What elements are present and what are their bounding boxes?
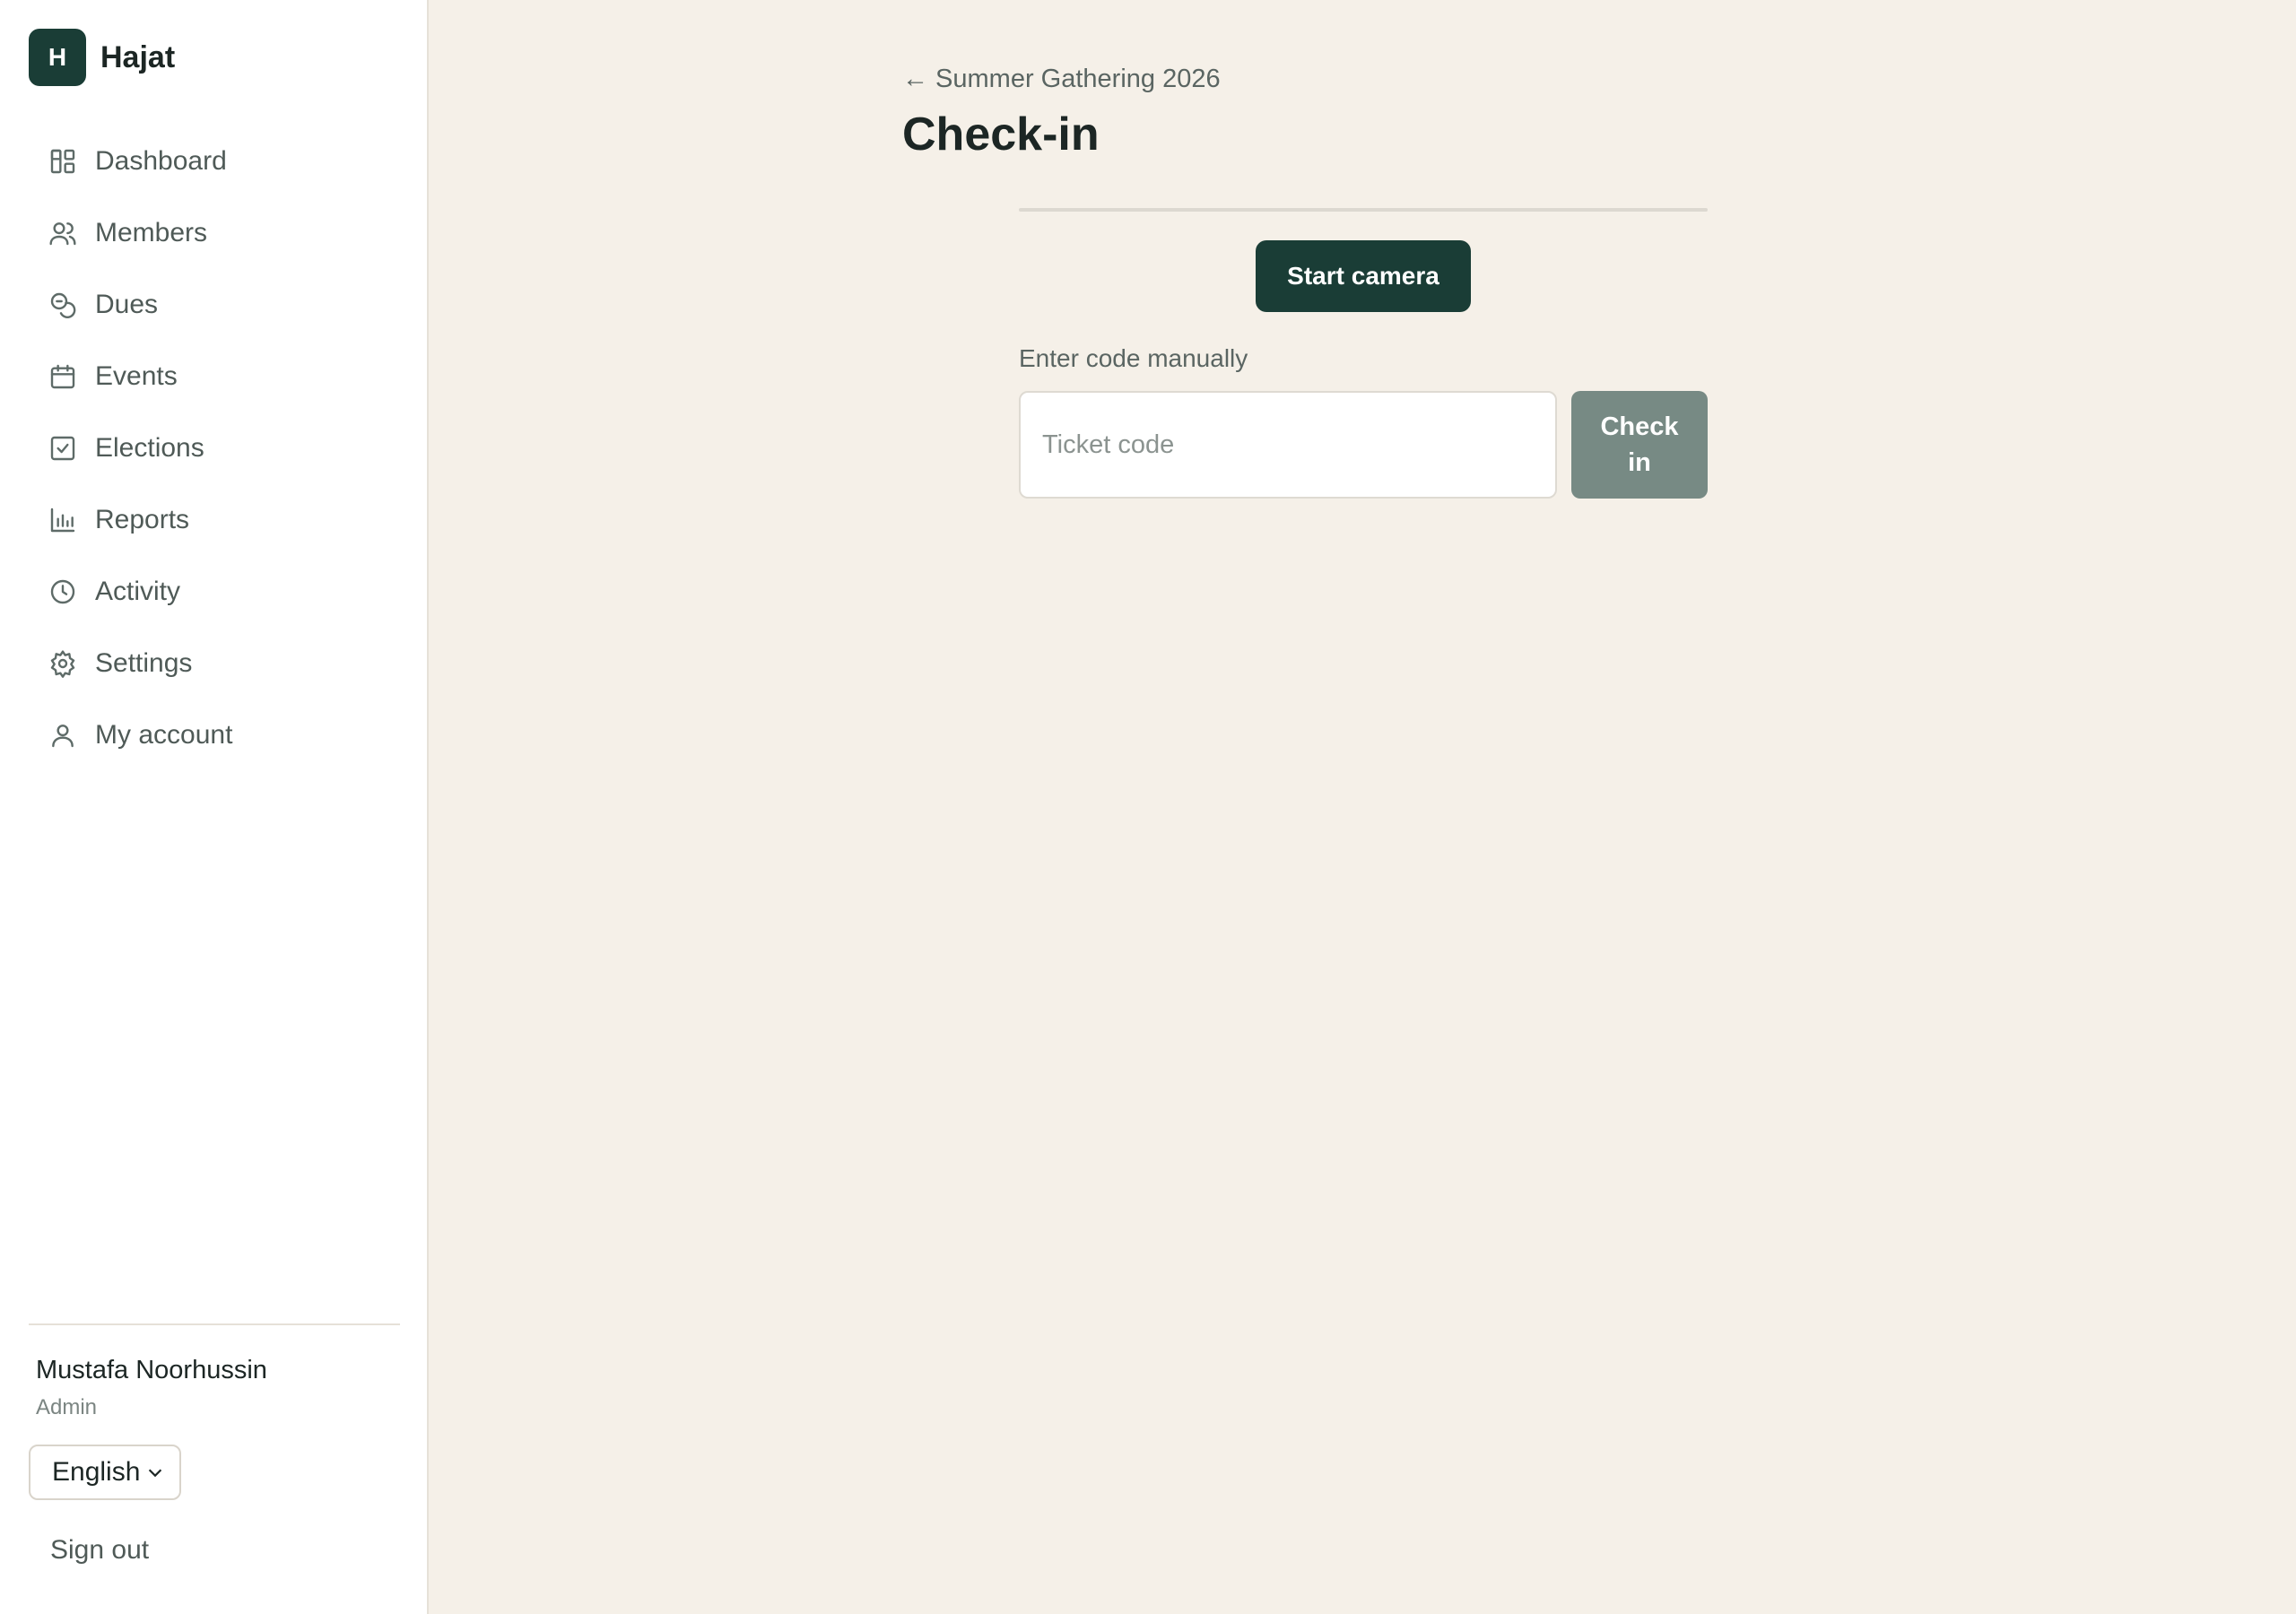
- check-in-button[interactable]: Check in: [1571, 391, 1708, 499]
- user-name: Mustafa Noorhussin: [36, 1356, 267, 1384]
- sidebar-item-label: Events: [95, 361, 178, 391]
- sidebar-divider: [29, 1323, 400, 1325]
- dashboard-icon: [50, 149, 75, 174]
- sidebar-item-label: Elections: [95, 433, 204, 463]
- sidebar-item-members[interactable]: Members: [29, 197, 400, 269]
- chevron-down-icon: [148, 1469, 162, 1478]
- sidebar-item-my-account[interactable]: My account: [29, 699, 400, 771]
- sidebar-item-label: My account: [95, 720, 233, 750]
- gear-icon: [50, 650, 75, 678]
- camera-scanner-area: [1019, 208, 1708, 212]
- main-content: ← Summer Gathering 2026 Check-in Start c…: [429, 0, 2296, 1614]
- sidebar-item-reports[interactable]: Reports: [29, 484, 400, 556]
- clock-icon: [50, 579, 75, 604]
- sidebar-item-label: Dues: [95, 290, 159, 319]
- sidebar-item-events[interactable]: Events: [29, 341, 400, 412]
- brand-name: Hajat: [100, 39, 176, 74]
- coins-icon: [50, 292, 76, 318]
- sign-out-button[interactable]: Sign out: [50, 1535, 149, 1566]
- sidebar-item-settings[interactable]: Settings: [29, 628, 400, 699]
- brand-logo: H: [29, 29, 86, 86]
- bar-chart-icon: [50, 508, 75, 533]
- sidebar-item-label: Activity: [95, 577, 181, 606]
- calendar-icon: [50, 364, 75, 389]
- manual-code-label: Enter code manually: [1019, 344, 1248, 372]
- sidebar-item-label: Members: [95, 218, 208, 247]
- ballot-icon: [50, 436, 75, 461]
- back-link[interactable]: ← Summer Gathering 2026: [902, 65, 1221, 94]
- user-role: Admin: [36, 1395, 98, 1419]
- start-camera-button[interactable]: Start camera: [1256, 240, 1471, 312]
- page-title: Check-in: [902, 108, 1100, 161]
- user-icon: [52, 725, 74, 748]
- sidebar-nav: Dashboard Members Dues Events Elections …: [29, 126, 400, 771]
- sidebar: H Hajat Dashboard Members Dues Events El…: [0, 0, 429, 1614]
- sidebar-item-activity[interactable]: Activity: [29, 556, 400, 628]
- sidebar-item-dues[interactable]: Dues: [29, 269, 400, 341]
- sidebar-item-label: Dashboard: [95, 146, 227, 176]
- app-root: H Hajat Dashboard Members Dues Events El…: [0, 0, 2296, 1614]
- language-selected-value: English: [52, 1457, 141, 1487]
- ticket-code-input[interactable]: [1019, 391, 1557, 499]
- sidebar-item-dashboard[interactable]: Dashboard: [29, 126, 400, 197]
- sidebar-item-label: Reports: [95, 505, 190, 534]
- sidebar-item-elections[interactable]: Elections: [29, 412, 400, 484]
- language-select[interactable]: English: [29, 1445, 181, 1500]
- users-icon: [49, 222, 76, 246]
- brand[interactable]: H Hajat: [29, 29, 175, 86]
- sidebar-item-label: Settings: [95, 648, 193, 678]
